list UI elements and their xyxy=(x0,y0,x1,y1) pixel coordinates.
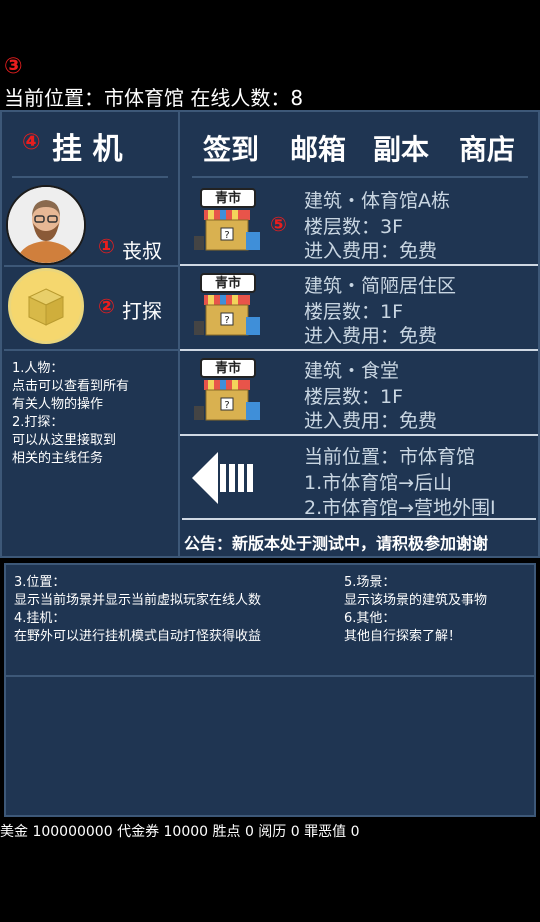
left-arrow-icon xyxy=(192,452,253,504)
building-row[interactable]: 青市 ? 建筑・简陋居住区 楼层数：1F 进入费用：免费 xyxy=(180,265,538,351)
info-column-1: 3.位置： 显示当前场景并显示当前虚拟玩家在线人数 4.挂机： 在野外可以进行挂… xyxy=(14,574,261,646)
tab-mailbox[interactable]: 邮箱 xyxy=(290,128,346,168)
building-name: 建筑・体育馆A栋 xyxy=(304,190,450,212)
marker-3: ③ xyxy=(4,54,23,79)
market-stall-icon: 青市 ? xyxy=(194,358,264,428)
idle-button[interactable]: 挂 机 xyxy=(52,124,122,168)
info-column-2: 5.场景： 显示该场景的建筑及事物 6.其他： 其他自行探索了解！ xyxy=(344,574,487,646)
marker-5: ⑤ xyxy=(270,212,287,236)
info-line: 显示该场景的建筑及事物 xyxy=(344,593,488,608)
person-button[interactable]: 丧叔 xyxy=(122,235,162,264)
market-stall-icon: 青市 ? xyxy=(194,188,264,258)
market-tag: 青市 xyxy=(200,358,256,378)
marker-1: ① xyxy=(98,234,115,258)
svg-text:?: ? xyxy=(224,315,229,326)
market-tag: 青市 xyxy=(200,273,256,293)
building-floors: 楼层数：3F xyxy=(304,216,404,238)
tab-shop[interactable]: 商店 xyxy=(459,128,515,168)
help-line: 有关人物的操作 xyxy=(12,397,104,412)
market-tag: 青市 xyxy=(200,188,256,208)
help-line: 1.人物： xyxy=(12,361,64,376)
info-line: 在野外可以进行挂机模式自动打怪获得收益 xyxy=(14,629,262,644)
building-floors: 楼层数：1F xyxy=(304,301,404,323)
help-text: 1.人物： 点击可以查看到所有 有关人物的操作 2.打探： 可以从这里接取到 相… xyxy=(12,360,129,468)
help-line: 点击可以查看到所有 xyxy=(12,379,130,394)
explore-button[interactable]: 打探 xyxy=(122,295,162,324)
nav-current: 当前位置：市体育馆 xyxy=(304,446,476,468)
building-fee: 进入费用：免费 xyxy=(304,325,438,347)
avatar[interactable] xyxy=(6,185,86,265)
box-icon xyxy=(27,288,65,326)
tab-checkin[interactable]: 签到 xyxy=(203,128,259,168)
building-floors: 楼层数：1F xyxy=(304,386,404,408)
help-line: 可以从这里接取到 xyxy=(12,433,117,448)
back-arrow-button[interactable] xyxy=(192,450,258,506)
svg-text:?: ? xyxy=(224,400,229,411)
notice-text: 公告：新版本处于测试中，请积极参加谢谢 xyxy=(184,534,489,553)
marker-2: ② xyxy=(98,294,115,318)
divider xyxy=(4,349,178,351)
info-panel-lower xyxy=(4,677,536,817)
divider xyxy=(12,176,168,178)
location-line: 当前位置：市体育馆 在线人数：8 xyxy=(4,86,304,110)
help-line: 2.打探： xyxy=(12,415,64,430)
divider xyxy=(4,265,178,267)
left-column: ④ 挂 机 ① 丧叔 ② 打探 1.人物： 点击可以查看到所有 有关人物的操作 … xyxy=(0,110,180,558)
tab-dungeon[interactable]: 副本 xyxy=(373,128,429,168)
route-link[interactable]: 1.市体育馆→后山 xyxy=(304,468,452,495)
person-avatar-icon xyxy=(8,187,84,263)
info-line: 6.其他： xyxy=(344,611,396,626)
info-line: 其他自行探索了解！ xyxy=(344,629,462,644)
building-row[interactable]: 青市 ? 建筑・食堂 楼层数：1F 进入费用：免费 xyxy=(180,350,538,436)
info-line: 3.位置： xyxy=(14,575,66,590)
building-fee: 进入费用：免费 xyxy=(304,410,438,432)
info-line: 5.场景： xyxy=(344,575,396,590)
svg-text:?: ? xyxy=(224,230,229,241)
marker-4: ④ xyxy=(22,130,41,155)
explore-coin[interactable] xyxy=(8,268,84,344)
building-name: 建筑・食堂 xyxy=(304,360,400,382)
info-line: 4.挂机： xyxy=(14,611,66,626)
divider xyxy=(182,518,536,520)
help-line: 相关的主线任务 xyxy=(12,451,104,466)
route-link[interactable]: 2.市体育馆→营地外围I xyxy=(304,493,496,520)
building-name: 建筑・简陋居住区 xyxy=(304,275,457,297)
building-row[interactable]: 青市 ? ⑤ 建筑・体育馆A栋 楼层数：3F 进入费用：免费 xyxy=(180,180,538,266)
status-bar: 美金 100000000 代金券 10000 胜点 0 阅历 0 罪恶值 0 xyxy=(0,824,360,840)
market-stall-icon: 青市 ? xyxy=(194,273,264,343)
divider xyxy=(192,176,528,178)
info-line: 显示当前场景并显示当前虚拟玩家在线人数 xyxy=(14,593,262,608)
building-fee: 进入费用：免费 xyxy=(304,240,438,262)
